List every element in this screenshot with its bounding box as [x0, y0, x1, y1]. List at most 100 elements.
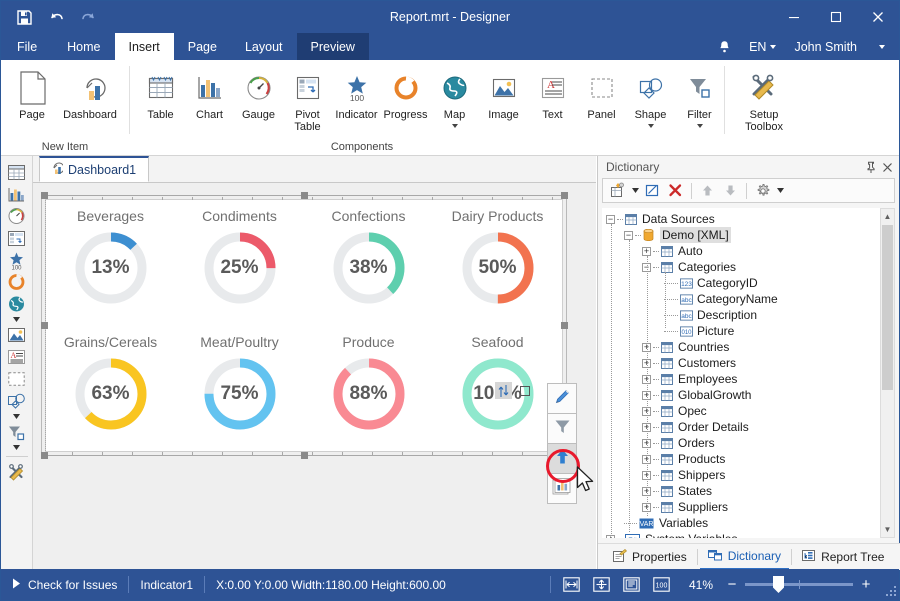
indicator-cell-produce[interactable]: Produce 88% — [304, 326, 433, 452]
menu-tab-insert[interactable]: Insert — [115, 33, 174, 60]
menu-tab-layout[interactable]: Layout — [231, 33, 297, 60]
chevron-down-icon[interactable] — [452, 124, 458, 128]
ribbon-button-filter[interactable]: Filter — [675, 64, 724, 129]
save-icon[interactable] — [15, 8, 33, 26]
scrollbar-thumb[interactable] — [882, 225, 893, 390]
tree-item-data-sources[interactable]: − Data Sources — [602, 211, 880, 227]
indicator-cell-condiments[interactable]: Condiments 25% — [175, 200, 304, 326]
left-tool-map-dropdown[interactable] — [4, 315, 30, 324]
dictionary-scrollbar[interactable]: ▲ ▼ — [880, 208, 895, 538]
chevron-down-icon[interactable] — [648, 124, 654, 128]
selection-handle-ml[interactable] — [41, 322, 48, 329]
zoom-in-button[interactable]: + — [859, 577, 873, 592]
tree-item-system-variables[interactable]: + Σ# System Variables — [602, 531, 880, 538]
tree-item-states[interactable]: + States — [602, 483, 880, 499]
page-view-icon[interactable] — [617, 569, 647, 600]
document-tab-dashboard1[interactable]: Dashboard1 — [39, 156, 149, 182]
tree-toggle-icon[interactable]: + — [642, 247, 651, 256]
menu-tab-file[interactable]: File — [1, 33, 53, 60]
ribbon-button-panel[interactable]: Panel — [577, 64, 626, 122]
ribbon-button-table[interactable]: Table — [136, 64, 185, 122]
float-tool-arrow-up[interactable] — [547, 443, 577, 474]
menu-tab-page[interactable]: Page — [174, 33, 231, 60]
zoom-slider[interactable]: − + — [725, 577, 881, 592]
dictionary-tree[interactable]: − Data Sources − Demo [XML] + — [602, 208, 880, 538]
float-tool-filter[interactable] — [547, 413, 577, 444]
redo-icon[interactable] — [79, 8, 97, 26]
zoom-slider-thumb[interactable] — [773, 576, 784, 593]
indicator-cell-dairy-products[interactable]: Dairy Products 50% — [433, 200, 562, 326]
move-down-icon[interactable] — [720, 180, 741, 201]
tree-item-globalgrowth[interactable]: + GlobalGrowth — [602, 387, 880, 403]
user-menu-chevron[interactable] — [867, 33, 893, 60]
ribbon-button-image[interactable]: Image — [479, 64, 528, 122]
tree-item-description[interactable]: abc Description — [602, 307, 880, 323]
distribute-icon[interactable] — [587, 569, 617, 600]
gear-icon[interactable] — [752, 180, 773, 201]
menu-tab-preview[interactable]: Preview — [297, 33, 369, 60]
language-selector[interactable]: EN — [741, 33, 784, 60]
ribbon-button-setup-toolbox[interactable]: Setup Toolbox — [733, 64, 795, 134]
tree-item-suppliers[interactable]: + Suppliers — [602, 499, 880, 515]
selection-handle-tr[interactable] — [561, 192, 568, 199]
left-tool-image[interactable] — [4, 324, 30, 346]
ribbon-button-chart[interactable]: Chart — [185, 64, 234, 122]
left-tool-shape[interactable] — [4, 390, 30, 412]
pin-icon[interactable] — [863, 159, 879, 175]
tree-item-demo-xml[interactable]: − Demo [XML] — [602, 227, 880, 243]
selection-handle-tm[interactable] — [301, 192, 308, 199]
tree-item-opec[interactable]: + Opec — [602, 403, 880, 419]
left-tool-indicator[interactable]: 100 — [4, 249, 30, 271]
left-tool-map[interactable] — [4, 293, 30, 315]
user-menu[interactable]: John Smith — [786, 33, 865, 60]
tree-item-products[interactable]: + Products — [602, 451, 880, 467]
tree-item-customers[interactable]: + Customers — [602, 355, 880, 371]
bell-icon[interactable] — [710, 33, 739, 60]
tree-item-shippers[interactable]: + Shippers — [602, 467, 880, 483]
indicator-cell-beverages[interactable]: Beverages 13% — [46, 200, 175, 326]
left-tool-progress[interactable] — [4, 271, 30, 293]
float-tool-chart[interactable] — [547, 473, 577, 504]
edit-icon[interactable] — [642, 180, 663, 201]
close-icon[interactable] — [857, 1, 899, 33]
new-item-dropdown[interactable] — [630, 180, 640, 201]
check-for-issues-button[interactable]: Check for Issues — [1, 569, 128, 600]
ribbon-button-indicator[interactable]: 100 Indicator — [332, 64, 381, 122]
report-page[interactable]: Beverages 13% Condiments — [45, 199, 563, 452]
left-tool-filter[interactable] — [4, 421, 30, 443]
minimize-icon[interactable] — [773, 1, 815, 33]
indicator-cell-grains-cereals[interactable]: Grains/Cereals 63% — [46, 326, 175, 452]
delete-icon[interactable] — [665, 180, 686, 201]
tree-item-order-details[interactable]: + Order Details — [602, 419, 880, 435]
ribbon-button-dashboard[interactable]: Dashboard — [59, 64, 121, 122]
scroll-up-icon[interactable]: ▲ — [881, 209, 894, 224]
left-tool-gauge[interactable] — [4, 205, 30, 227]
selection-handle-mr[interactable] — [561, 322, 568, 329]
left-tool-panel[interactable] — [4, 368, 30, 390]
tree-toggle-icon[interactable]: − — [606, 215, 615, 224]
zoom-slider-track[interactable] — [745, 583, 853, 586]
ribbon-button-map[interactable]: Map — [430, 64, 479, 129]
align-icon[interactable] — [557, 569, 587, 600]
ribbon-button-pivot-table[interactable]: Pivot Table — [283, 64, 332, 134]
ribbon-button-gauge[interactable]: Gauge — [234, 64, 283, 122]
tree-item-categories[interactable]: − Categories — [602, 259, 880, 275]
ribbon-button-page[interactable]: Page — [5, 64, 59, 122]
scale-100-icon[interactable]: 100 — [647, 569, 677, 600]
tree-toggle-icon[interactable]: − — [624, 231, 633, 240]
selection-handle-bl[interactable] — [41, 452, 48, 459]
tree-item-categoryname[interactable]: abc CategoryName — [602, 291, 880, 307]
tree-item-categoryid[interactable]: 123 CategoryID — [602, 275, 880, 291]
left-tool-shape-dropdown[interactable] — [4, 412, 30, 421]
resize-grip[interactable] — [881, 569, 899, 600]
menu-tab-home[interactable]: Home — [53, 33, 114, 60]
tree-item-employees[interactable]: + Employees — [602, 371, 880, 387]
gear-dropdown[interactable] — [775, 180, 785, 201]
ribbon-button-shape[interactable]: Shape — [626, 64, 675, 129]
sort-updown-icon[interactable] — [495, 382, 512, 399]
zoom-out-button[interactable]: − — [725, 577, 739, 592]
canvas-area[interactable]: Beverages 13% Condiments — [33, 183, 596, 570]
scroll-down-icon[interactable]: ▼ — [881, 522, 894, 537]
panel-tab-dictionary[interactable]: Dictionary — [700, 544, 789, 570]
left-tool-text[interactable]: A — [4, 346, 30, 368]
